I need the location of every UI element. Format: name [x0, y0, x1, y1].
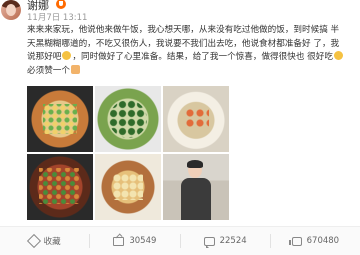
post-meta: 11月7日 13:11 — [27, 11, 91, 23]
avatar[interactable] — [1, 0, 21, 20]
chef-hair — [187, 160, 203, 168]
post-text: 来来来家玩，他说他来做午饭，我心想天哪，从来没有吃过他做的饭，到时候搞 半天黑糊… — [27, 24, 345, 79]
chef-torso — [181, 178, 211, 220]
thumbs-up-emoji-icon — [70, 65, 80, 75]
post-line-1: 来来来家玩，他说他来做午饭，我心想天哪，从来没有吃过他做的饭，到时候搞 — [27, 25, 328, 35]
rice-dish-photo[interactable] — [27, 86, 93, 152]
share-icon — [113, 236, 125, 246]
soup-dish-photo[interactable] — [163, 86, 229, 152]
photo-grid — [27, 86, 229, 220]
action-bar: 收藏 30549 22524 670480 — [0, 226, 360, 255]
chef-figure — [179, 160, 213, 220]
avatar-face — [6, 4, 16, 16]
chef-photo[interactable] — [163, 154, 229, 220]
thumbs-up-icon — [288, 236, 302, 246]
comment-count: 22524 — [219, 236, 247, 246]
post-line-4a: 很好吃 — [307, 52, 333, 63]
baked-dish-photo[interactable] — [95, 154, 161, 220]
chicken-dish-photo[interactable] — [27, 154, 93, 220]
share-count: 30549 — [129, 236, 157, 246]
share-button[interactable]: 30549 — [90, 236, 179, 246]
like-count: 670480 — [306, 236, 340, 246]
comment-icon — [203, 236, 215, 248]
comment-button[interactable]: 22524 — [181, 236, 270, 248]
favorite-label: 收藏 — [43, 237, 61, 247]
vip-badge-icon — [56, 0, 66, 9]
post-time[interactable]: 11月7日 13:11 — [27, 13, 87, 23]
post-line-3b: ，同时做好了心里准备。结果，给了我一个惊喜，做得很快也 — [72, 52, 305, 63]
star-outline-icon — [26, 233, 41, 249]
grin-emoji-icon — [333, 51, 343, 61]
cucumber-dish-photo[interactable] — [95, 86, 161, 152]
favorite-button[interactable]: 收藏 — [0, 233, 89, 249]
like-button[interactable]: 670480 — [271, 236, 360, 246]
sweat-emoji-icon — [62, 51, 72, 61]
post-line-4b: 必须赞一个 — [27, 66, 70, 77]
